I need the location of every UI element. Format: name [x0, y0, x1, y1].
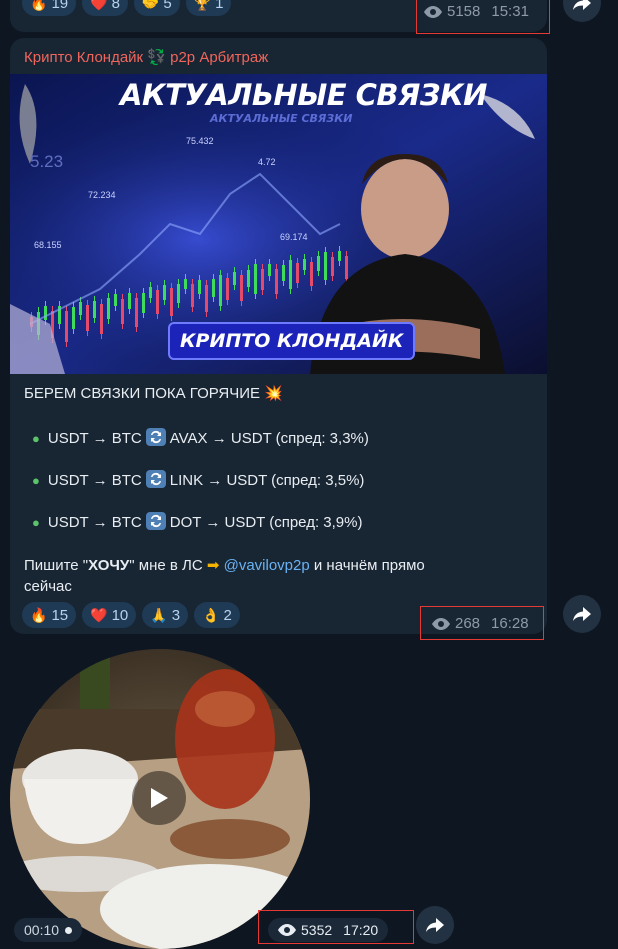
sync-icon [145, 512, 166, 530]
reaction-count: 19 [51, 0, 69, 12]
list-item: ● USDT → BTC DOT → USDT (спред: 3,9%) [32, 512, 362, 531]
eye-icon [432, 617, 450, 630]
chart-label: 5.23 [30, 152, 64, 171]
video-meta: 5352 17:20 [268, 918, 389, 942]
reaction-fire[interactable]: 🔥 15 [22, 602, 77, 628]
reaction-ok[interactable]: 👌 2 [194, 602, 240, 628]
reaction-handshake[interactable]: 🤝 5 [133, 0, 180, 16]
post-meta: 268 16:28 [432, 615, 529, 632]
chart-label: 75.432 [186, 136, 214, 146]
item-post: DOT → USDT (спред: 3,9%) [169, 514, 363, 531]
bullet-icon: ● [32, 515, 40, 530]
reaction-count: 10 [111, 606, 129, 624]
message-time: 17:20 [343, 922, 379, 938]
top-message-meta: 5158 15:31 [424, 3, 529, 20]
share-arrow-icon [573, 607, 591, 621]
views-count: 5158 [447, 3, 481, 20]
reaction-count: 8 [111, 0, 120, 12]
eye-icon [278, 924, 296, 936]
sync-icon [145, 428, 166, 446]
reaction-count: 2 [223, 606, 232, 624]
message-time: 16:28 [491, 615, 529, 632]
reaction-fire[interactable]: 🔥 19 [22, 0, 77, 16]
share-button[interactable] [563, 595, 601, 633]
chart-label: 68.155 [34, 240, 62, 250]
share-button[interactable] [563, 0, 601, 22]
item-pre: USDT → BTC [47, 514, 142, 531]
message-time: 15:31 [491, 3, 529, 20]
username-link[interactable]: @vavilovp2p [224, 557, 310, 574]
fire-emoji: 🔥 [30, 0, 48, 11]
item-post: AVAX → USDT (спред: 3,3%) [169, 430, 369, 447]
pray-emoji: 🙏 [150, 606, 168, 623]
cta-text: Пишите " [24, 557, 89, 574]
call-to-action: Пишите "ХОЧУ" мне в ЛС ➡ @vavilovp2p и н… [24, 556, 425, 574]
unread-dot-icon [65, 926, 73, 934]
duration-text: 00:10 [24, 922, 60, 938]
views-count: 5352 [301, 922, 333, 938]
share-arrow-icon [426, 918, 444, 932]
item-pre: USDT → BTC [47, 430, 142, 447]
reaction-pray[interactable]: 🙏 3 [142, 602, 189, 628]
cta-bold: ХОЧУ [88, 557, 130, 574]
video-message[interactable] [10, 649, 310, 949]
heart-emoji: ❤️ [90, 606, 108, 623]
banner-badge: КРИПТО КЛОНДАЙК [168, 322, 416, 360]
reaction-count: 5 [163, 0, 172, 12]
bullet-icon: ● [32, 431, 40, 446]
fire-emoji: 🔥 [30, 606, 48, 623]
heart-emoji: ❤️ [90, 0, 108, 11]
reaction-count: 3 [171, 606, 181, 624]
post-reactions: 🔥 15 ❤️ 10 🙏 3 👌 2 [22, 602, 246, 628]
post-banner-image[interactable]: АКТУАЛЬНЫЕ СВЯЗКИ АКТУАЛЬНЫЕ СВЯЗКИ 75.4… [10, 74, 547, 374]
reaction-trophy[interactable]: 🏆 1 [185, 0, 232, 16]
chart-label: 72.234 [88, 190, 116, 200]
video-duration: 00:10 [14, 918, 83, 942]
handshake-emoji: 🤝 [141, 0, 160, 11]
right-arrow-icon: ➡ [206, 557, 220, 574]
play-icon [151, 788, 168, 808]
share-button[interactable] [416, 906, 454, 944]
cta-line2: сейчас [24, 578, 72, 595]
list-item: ● USDT → BTC LINK → USDT (спред: 3,5%) [32, 470, 364, 489]
item-post: LINK → USDT (спред: 3,5%) [169, 472, 365, 489]
trophy-emoji: 🏆 [193, 0, 212, 11]
bullet-icon: ● [32, 473, 40, 488]
reaction-heart[interactable]: ❤️ 10 [82, 602, 137, 628]
sync-icon [145, 470, 166, 488]
post-intro: БЕРЕМ СВЯЗКИ ПОКА ГОРЯЧИЕ 💥 [24, 384, 283, 402]
eye-icon [424, 5, 442, 18]
item-pre: USDT → BTC [47, 472, 142, 489]
reaction-count: 1 [215, 0, 224, 12]
cta-text: " мне в ЛС [129, 557, 203, 574]
chart-label: 4.72 [258, 157, 276, 167]
ok-hand-emoji: 👌 [202, 606, 220, 623]
chart-label: 69.174 [280, 232, 308, 242]
cta-text: и начнём прямо [313, 557, 425, 574]
views-count: 268 [455, 615, 481, 632]
list-item: ● USDT → BTC AVAX → USDT (спред: 3,3%) [32, 428, 369, 447]
top-reactions: 🔥 19 ❤️ 8 🤝 5 🏆 1 [22, 0, 237, 16]
reaction-count: 15 [51, 606, 69, 624]
share-arrow-icon [573, 0, 591, 10]
intro-text: БЕРЕМ СВЯЗКИ ПОКА ГОРЯЧИЕ [24, 385, 261, 402]
reaction-heart[interactable]: ❤️ 8 [82, 0, 128, 16]
play-button[interactable] [132, 771, 186, 825]
channel-name[interactable]: Крипто Клондайк 💱 p2p Арбитраж [24, 48, 268, 66]
collision-emoji: 💥 [264, 385, 283, 402]
